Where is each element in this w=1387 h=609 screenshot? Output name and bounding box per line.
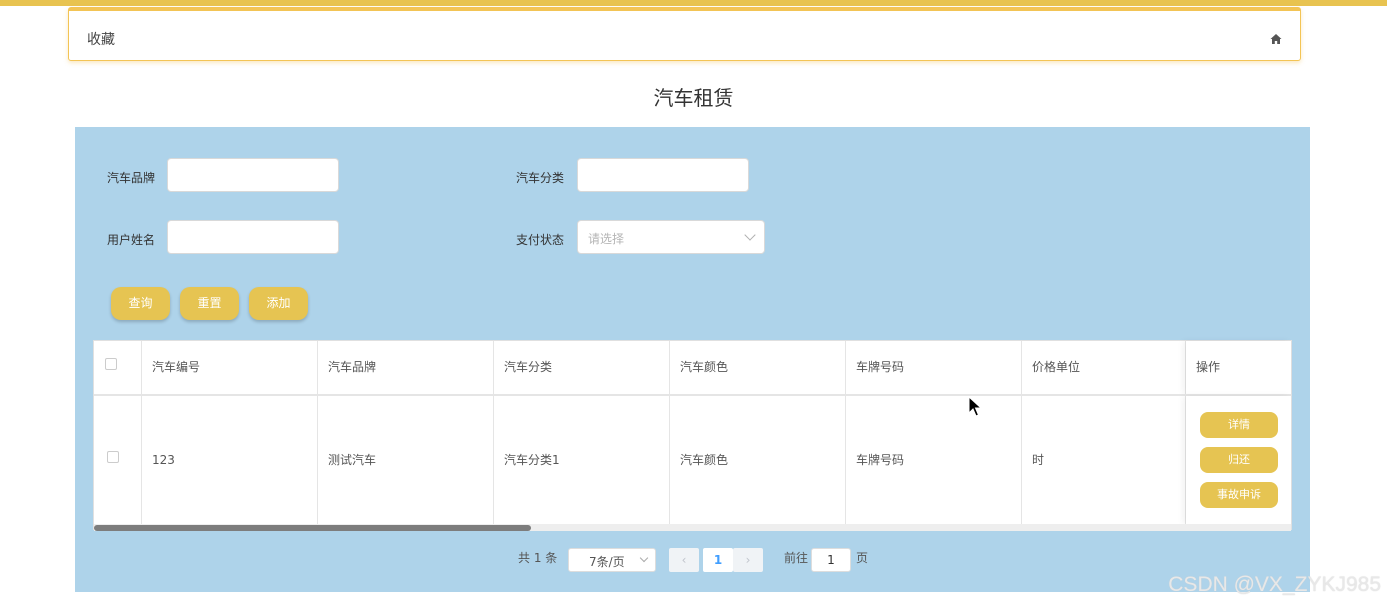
chevron-down-icon — [639, 553, 649, 563]
pay-status-placeholder: 请选择 — [588, 232, 625, 246]
breadcrumb-label[interactable]: 收藏 — [87, 29, 115, 49]
table-cell: 汽车分类1 — [494, 396, 670, 524]
detail-button[interactable]: 详情 — [1200, 412, 1278, 438]
page-size-select[interactable]: 7条/页 — [568, 548, 656, 572]
table-cell: 汽车颜色 — [670, 396, 846, 524]
column-header[interactable]: 汽车分类 — [494, 341, 670, 394]
top-accent-bar — [0, 0, 1387, 6]
watermark: CSDN @VX_ZYKJ985 — [1168, 573, 1381, 596]
accident-appeal-button[interactable]: 事故申诉 — [1200, 482, 1278, 508]
scrollbar-thumb[interactable] — [94, 525, 531, 531]
column-header[interactable]: 汽车编号 — [142, 341, 318, 394]
category-label: 汽车分类 — [516, 171, 565, 185]
actions-header: 操作 — [1186, 341, 1291, 394]
table-cell: 123 — [142, 396, 318, 524]
select-all-checkbox[interactable] — [105, 358, 117, 370]
select-all-header — [94, 341, 142, 394]
add-button[interactable]: 添加 — [249, 287, 308, 320]
content-panel: 汽车品牌 汽车分类 用户姓名 支付状态 请选择 查询 重置 添加 汽车编号 汽车… — [75, 127, 1310, 592]
data-table: 汽车编号 汽车品牌 汽车分类 汽车颜色 车牌号码 价格单位 操作 123 测试汽… — [93, 340, 1292, 531]
home-icon[interactable] — [1270, 33, 1282, 45]
column-header[interactable]: 汽车品牌 — [318, 341, 494, 394]
brand-label: 汽车品牌 — [107, 171, 156, 185]
brand-input[interactable] — [167, 158, 339, 192]
next-page-button[interactable]: › — [733, 548, 763, 572]
column-header[interactable]: 价格单位 — [1022, 341, 1186, 394]
current-page-button[interactable]: 1 — [703, 548, 733, 572]
mouse-cursor-icon — [968, 396, 982, 417]
return-button[interactable]: 归还 — [1200, 447, 1278, 473]
chevron-down-icon — [744, 229, 756, 241]
goto-page-input[interactable]: 1 — [811, 548, 851, 572]
goto-label: 前往 — [784, 551, 809, 565]
username-label: 用户姓名 — [107, 233, 156, 247]
reset-button[interactable]: 重置 — [180, 287, 239, 320]
table-cell: 测试汽车 — [318, 396, 494, 524]
column-header[interactable]: 汽车颜色 — [670, 341, 846, 394]
pagination-total: 共 1 条 — [518, 551, 558, 565]
column-header[interactable]: 车牌号码 — [846, 341, 1022, 394]
query-button[interactable]: 查询 — [111, 287, 170, 320]
row-select-cell — [94, 396, 142, 524]
table-cell: 时 — [1022, 396, 1186, 524]
row-checkbox[interactable] — [107, 451, 119, 463]
actions-cell: 详情 归还 事故申诉 — [1186, 396, 1291, 524]
category-input[interactable] — [577, 158, 749, 192]
table-cell: 车牌号码 — [846, 396, 1022, 524]
username-input[interactable] — [167, 220, 339, 254]
pay-status-select[interactable]: 请选择 — [577, 220, 765, 254]
pay-status-label: 支付状态 — [516, 233, 565, 247]
breadcrumb: 收藏 — [68, 7, 1301, 61]
page-size-value: 7条/页 — [589, 555, 625, 569]
page-suffix: 页 — [856, 551, 869, 565]
page-title: 汽车租赁 — [653, 86, 734, 110]
prev-page-button[interactable]: ‹ — [669, 548, 699, 572]
